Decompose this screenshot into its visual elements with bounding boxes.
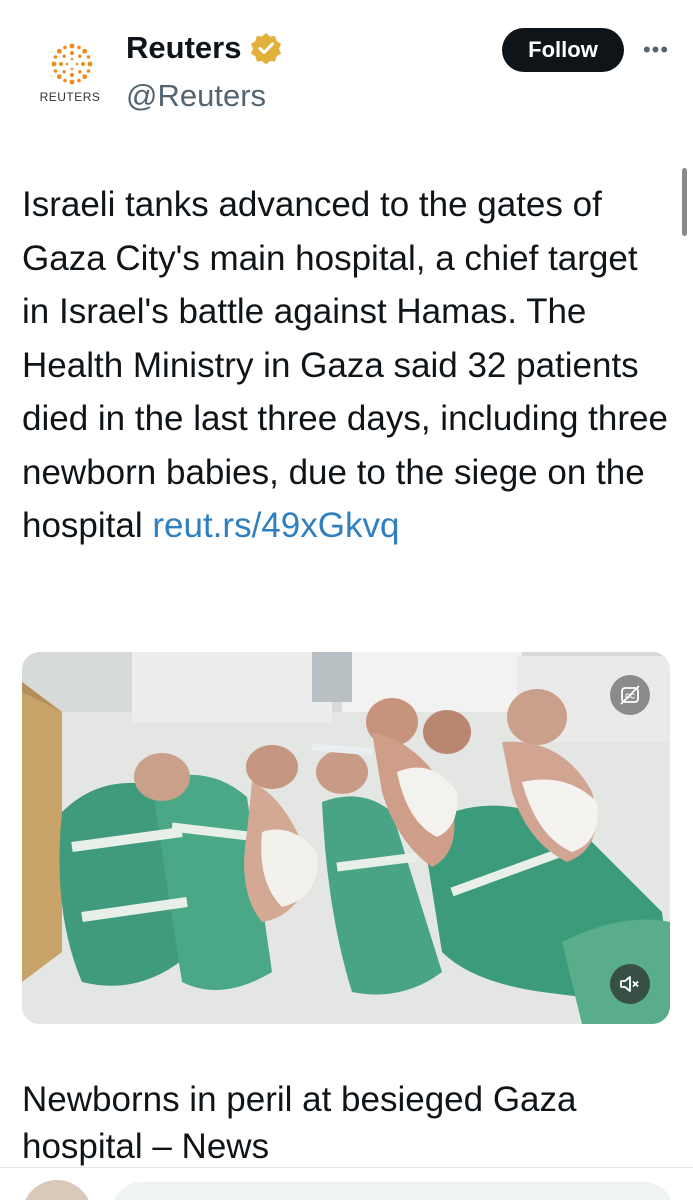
more-options-icon[interactable]: ••• bbox=[638, 36, 674, 64]
scrollbar-thumb[interactable] bbox=[682, 168, 687, 236]
mute-button[interactable] bbox=[610, 964, 650, 1004]
divider bbox=[0, 1167, 693, 1168]
tweet-text: Israeli tanks advanced to the gates of G… bbox=[22, 185, 668, 545]
verified-badge-icon[interactable] bbox=[249, 31, 283, 65]
follow-button[interactable]: Follow bbox=[502, 28, 624, 72]
video-player[interactable] bbox=[22, 652, 670, 1024]
captions-button[interactable]: CC bbox=[610, 675, 650, 715]
account-name-row: Reuters bbox=[126, 30, 283, 66]
account-handle[interactable]: @Reuters bbox=[126, 78, 266, 114]
tweet-body: Israeli tanks advanced to the gates of G… bbox=[22, 178, 674, 553]
tweet-page: REUTERS Reuters @Reuters Follow ••• Isra… bbox=[0, 0, 693, 1200]
video-frame-image bbox=[22, 652, 670, 1024]
avatar[interactable]: REUTERS bbox=[30, 38, 110, 112]
speaker-muted-icon bbox=[620, 976, 639, 992]
reply-input[interactable] bbox=[112, 1182, 674, 1200]
tweet-header: REUTERS Reuters @Reuters Follow ••• bbox=[0, 0, 693, 130]
reuters-logo-icon bbox=[51, 43, 93, 85]
media-title[interactable]: Newborns in peril at besieged Gaza hospi… bbox=[22, 1076, 674, 1170]
user-avatar[interactable] bbox=[22, 1180, 92, 1200]
display-name[interactable]: Reuters bbox=[126, 30, 241, 66]
avatar-wordmark: REUTERS bbox=[39, 90, 101, 104]
closed-captions-off-icon: CC bbox=[620, 685, 640, 705]
tweet-link[interactable]: reut.rs/49xGkvq bbox=[152, 506, 399, 545]
